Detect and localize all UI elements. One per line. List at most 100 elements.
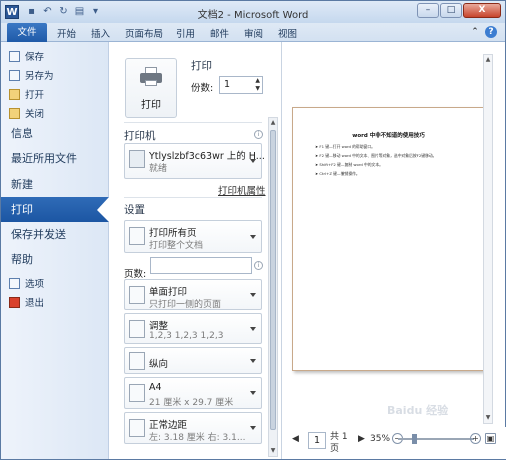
backstage-nav: 保存 另存为 打开 关闭 信息 最近所用文件 新建 打印 保存并发送 帮助 选项… bbox=[1, 42, 109, 459]
minimize-ribbon-icon[interactable]: ⌃ bbox=[469, 26, 481, 38]
margins-icon bbox=[129, 419, 145, 437]
printer-section-title: 打印机 bbox=[124, 130, 156, 142]
zoom-slider-thumb[interactable] bbox=[412, 434, 417, 444]
divider bbox=[124, 122, 262, 123]
nav-save-as[interactable]: 另存为 bbox=[9, 68, 54, 82]
orientation-value: 纵向 bbox=[149, 359, 169, 370]
divider bbox=[124, 197, 262, 198]
zoom-in-icon[interactable]: + bbox=[470, 433, 481, 444]
printer-status: 就绪 bbox=[149, 164, 168, 174]
margins-value: 正常边距 bbox=[149, 420, 188, 431]
nav-print[interactable]: 打印 bbox=[1, 197, 109, 222]
zoom-slider[interactable] bbox=[398, 434, 474, 444]
nav-options-label: 选项 bbox=[25, 279, 45, 290]
tab-mailings[interactable]: 邮件 bbox=[210, 26, 229, 40]
nav-exit[interactable]: 退出 bbox=[9, 295, 44, 309]
collate-icon bbox=[129, 320, 145, 338]
copies-stepper[interactable]: 1 ▲ ▼ bbox=[219, 76, 263, 94]
nav-open[interactable]: 打开 bbox=[9, 87, 44, 101]
minimize-button[interactable]: – bbox=[417, 3, 439, 18]
close-button[interactable]: X bbox=[463, 3, 501, 18]
print-button[interactable]: 打印 bbox=[125, 58, 177, 118]
settings-scroll-thumb[interactable] bbox=[270, 130, 276, 430]
nav-save-send[interactable]: 保存并发送 bbox=[1, 222, 109, 247]
nav-close[interactable]: 关闭 bbox=[9, 106, 44, 120]
portrait-icon bbox=[129, 352, 145, 370]
zoom-level: 35% bbox=[370, 434, 391, 444]
tab-home[interactable]: 开始 bbox=[57, 26, 76, 40]
collate-value: 调整 bbox=[149, 321, 169, 332]
printer-dropdown[interactable]: Ytlyslzbf3c63wr 上的 H... 就绪 bbox=[124, 143, 265, 179]
tab-review[interactable]: 审阅 bbox=[244, 26, 263, 40]
print-range-value: 打印所有页 bbox=[149, 228, 197, 239]
maximize-button[interactable]: □ bbox=[440, 3, 462, 18]
ribbon-right-icons: ⌃ ? bbox=[469, 26, 497, 38]
print-button-label: 打印 bbox=[141, 100, 161, 111]
chevron-down-icon bbox=[250, 292, 256, 297]
nav-save-as-label: 另存为 bbox=[25, 71, 54, 82]
chevron-down-icon bbox=[250, 358, 256, 363]
tab-view[interactable]: 视图 bbox=[278, 26, 297, 40]
paper-size-dropdown[interactable]: A4 21 厘米 x 29.7 厘米 bbox=[124, 377, 262, 409]
zoom-to-page-icon[interactable]: ▣ bbox=[485, 433, 496, 444]
prev-page-icon[interactable]: ◀ bbox=[292, 434, 299, 444]
exit-icon bbox=[9, 296, 20, 308]
nav-save[interactable]: 保存 bbox=[9, 49, 44, 63]
tab-page-layout[interactable]: 页面布局 bbox=[125, 26, 163, 40]
printer-name: Ytlyslzbf3c63wr 上的 H... bbox=[149, 151, 265, 162]
next-page-icon[interactable]: ▶ bbox=[358, 434, 365, 444]
nav-new[interactable]: 新建 bbox=[1, 172, 109, 197]
scroll-down-icon[interactable]: ▼ bbox=[269, 446, 277, 456]
print-range-dropdown[interactable]: 打印所有页 打印整个文档 bbox=[124, 220, 262, 253]
doc-line: Shift+F2 键—复制 word 中的文本。 bbox=[315, 162, 383, 168]
pages-label: 页数: bbox=[124, 269, 147, 280]
info-icon[interactable]: i bbox=[254, 130, 263, 139]
title-bar: W ▪ ↶ ↻ ▤ ▾ 文档2 - Microsoft Word – □ X bbox=[1, 1, 505, 23]
copies-label: 份数: bbox=[191, 83, 214, 94]
preview-page: word 中非不知道的使用技巧 F1 键—打开 word 的帮助窗口。 F2 键… bbox=[292, 107, 485, 371]
preview-scrollbar[interactable]: ▲ ▼ bbox=[483, 54, 493, 424]
info-icon[interactable]: i bbox=[254, 261, 263, 270]
printer-properties-link[interactable]: 打印机属性 bbox=[218, 183, 266, 197]
collate-desc: 1,2,3 1,2,3 1,2,3 bbox=[149, 331, 224, 341]
scroll-up-icon[interactable]: ▲ bbox=[484, 55, 492, 65]
tab-file[interactable]: 文件 bbox=[7, 23, 47, 42]
chevron-down-icon bbox=[250, 326, 256, 331]
paper-size-icon bbox=[129, 384, 145, 402]
nav-save-label: 保存 bbox=[25, 52, 45, 63]
copies-value: 1 bbox=[224, 79, 231, 90]
collate-dropdown[interactable]: 调整 1,2,3 1,2,3 1,2,3 bbox=[124, 313, 262, 344]
tab-references[interactable]: 引用 bbox=[176, 26, 195, 40]
pages-icon bbox=[129, 227, 145, 245]
settings-section-title: 设置 bbox=[124, 204, 145, 216]
nav-info[interactable]: 信息 bbox=[1, 121, 109, 146]
nav-help[interactable]: 帮助 bbox=[1, 247, 109, 272]
margins-dropdown[interactable]: 正常边距 左: 3.18 厘米 右: 3.1... bbox=[124, 412, 262, 444]
nav-recent[interactable]: 最近所用文件 bbox=[1, 146, 109, 171]
orientation-dropdown[interactable]: 纵向 bbox=[124, 347, 262, 374]
close-folder-icon bbox=[9, 107, 20, 119]
doc-line: Ctrl+Z 键—撤销操作。 bbox=[315, 171, 359, 177]
chevron-down-icon bbox=[250, 159, 256, 163]
tab-insert[interactable]: 插入 bbox=[91, 26, 110, 40]
scroll-down-icon[interactable]: ▼ bbox=[484, 413, 492, 423]
help-icon[interactable]: ? bbox=[485, 26, 497, 38]
ribbon-tabs: 文件 开始 插入 页面布局 引用 邮件 审阅 视图 ⌃ ? bbox=[1, 23, 505, 42]
watermark: Baidu 经验 bbox=[387, 404, 449, 417]
page-total-unit: 页 bbox=[330, 444, 340, 454]
copies-spin-icon[interactable]: ▲ ▼ bbox=[255, 77, 260, 93]
print-section-title: 打印 bbox=[191, 60, 212, 72]
nav-close-label: 关闭 bbox=[25, 109, 45, 120]
sides-value: 单面打印 bbox=[149, 287, 188, 298]
nav-options[interactable]: 选项 bbox=[9, 276, 44, 290]
single-sided-icon bbox=[129, 286, 145, 304]
page-number-input[interactable]: 1 bbox=[308, 432, 326, 449]
backstage-view: 保存 另存为 打开 关闭 信息 最近所用文件 新建 打印 保存并发送 帮助 选项… bbox=[1, 42, 506, 459]
pages-input[interactable] bbox=[150, 257, 252, 274]
doc-title: word 中非不知道的使用技巧 bbox=[352, 133, 425, 139]
save-icon bbox=[9, 50, 20, 62]
settings-scrollbar[interactable]: ▲ ▼ bbox=[268, 117, 278, 457]
sides-dropdown[interactable]: 单面打印 只打印一侧的页面 bbox=[124, 279, 262, 310]
scroll-up-icon[interactable]: ▲ bbox=[269, 118, 277, 128]
chevron-down-icon bbox=[250, 391, 256, 395]
